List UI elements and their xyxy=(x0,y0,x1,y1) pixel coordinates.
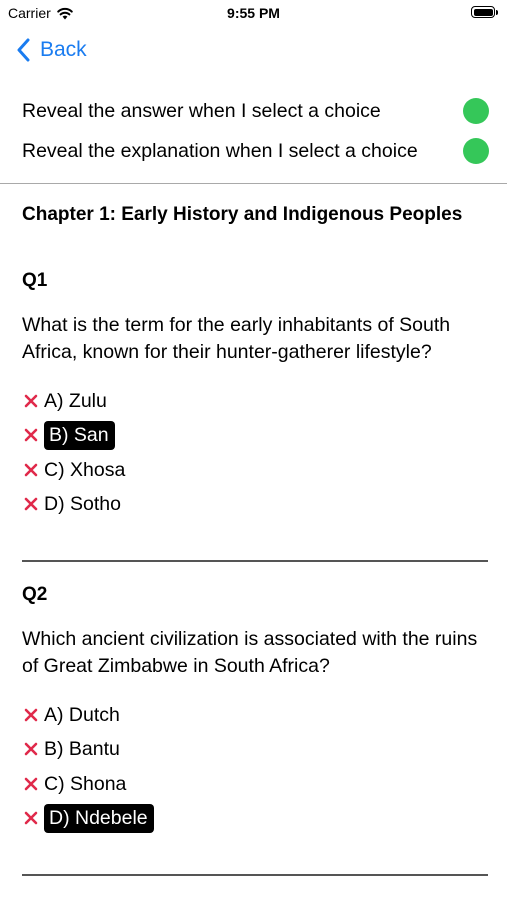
choice-label: C) Shona xyxy=(44,772,127,795)
reveal-answer-toggle[interactable] xyxy=(463,98,489,124)
question-text-q2: Which ancient civilization is associated… xyxy=(22,628,478,677)
setting-reveal-explanation: Reveal the explanation when I select a c… xyxy=(22,136,489,166)
reveal-explanation-toggle[interactable] xyxy=(463,138,489,164)
wrong-x-icon xyxy=(24,463,38,477)
back-button-label: Back xyxy=(40,38,87,61)
status-time: 9:55 PM xyxy=(227,5,280,21)
wrong-x-icon xyxy=(24,777,38,791)
wrong-x-icon xyxy=(24,394,38,408)
choice-label: A) Dutch xyxy=(44,703,120,726)
wrong-x-icon xyxy=(24,742,38,756)
choice-label: A) Zulu xyxy=(44,389,107,412)
choice-q2-c[interactable]: C) Shona xyxy=(22,768,131,800)
choice-q1-a[interactable]: A) Zulu xyxy=(22,385,112,417)
choice-q1-c[interactable]: C) Xhosa xyxy=(22,454,130,486)
setting-reveal-answer: Reveal the answer when I select a choice xyxy=(22,96,489,126)
choice-q2-a[interactable]: A) Dutch xyxy=(22,699,125,731)
wrong-x-icon xyxy=(24,428,38,442)
question-divider xyxy=(22,874,488,876)
settings-divider xyxy=(0,183,507,184)
battery-icon xyxy=(471,6,498,18)
wrong-x-icon xyxy=(24,497,38,511)
question-label-q2: Q2 xyxy=(22,584,48,605)
chevron-left-icon xyxy=(17,38,30,62)
choice-q1-b[interactable]: B) San xyxy=(22,419,115,451)
choice-q2-d[interactable]: D) Ndebele xyxy=(22,802,154,834)
question-label-q1: Q1 xyxy=(22,270,48,291)
choice-label: D) Sotho xyxy=(44,492,121,515)
question-divider xyxy=(22,560,488,562)
choice-label-selected: B) San xyxy=(44,420,115,450)
chapter-title: Chapter 1: Early History and Indigenous … xyxy=(22,204,463,225)
status-bar: Carrier 9:55 PM xyxy=(0,0,507,28)
setting-reveal-answer-label: Reveal the answer when I select a choice xyxy=(22,99,381,122)
question-text-q1: What is the term for the early inhabitan… xyxy=(22,314,451,363)
choice-label: C) Xhosa xyxy=(44,458,126,481)
choice-label-selected: D) Ndebele xyxy=(44,803,154,833)
choice-q1-d[interactable]: D) Sotho xyxy=(22,488,126,520)
setting-reveal-explanation-label: Reveal the explanation when I select a c… xyxy=(22,139,418,162)
wrong-x-icon xyxy=(24,708,38,722)
back-button[interactable]: Back xyxy=(16,38,87,62)
choice-label: B) Bantu xyxy=(44,737,120,760)
choice-q2-b[interactable]: B) Bantu xyxy=(22,733,125,765)
wrong-x-icon xyxy=(24,811,38,825)
